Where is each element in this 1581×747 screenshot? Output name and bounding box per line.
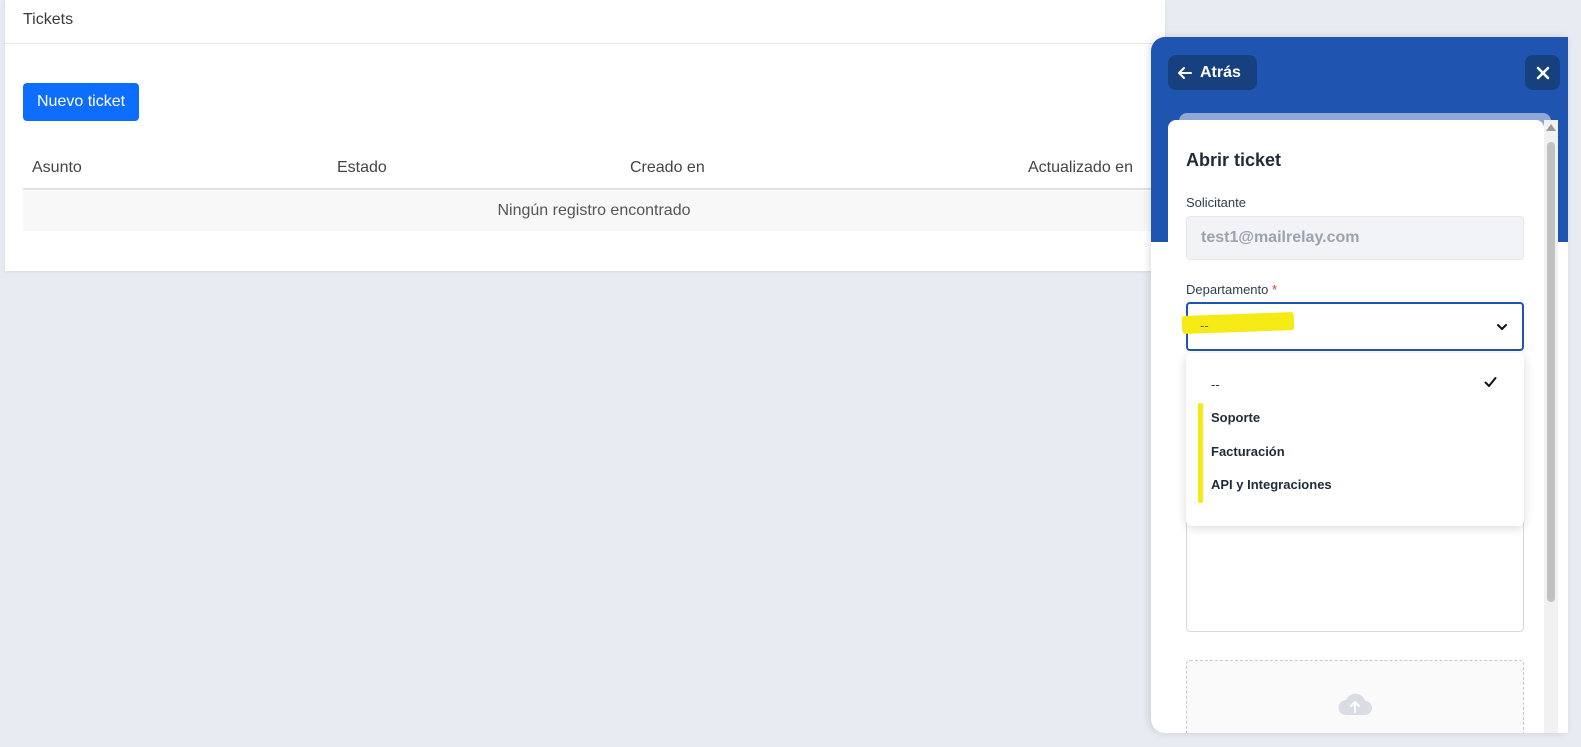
close-icon — [1536, 66, 1549, 79]
new-ticket-button[interactable]: Nuevo ticket — [23, 83, 140, 121]
column-header-status[interactable]: Estado — [337, 159, 387, 177]
open-ticket-form: Abrir ticket Solicitante test1@mailrelay… — [1168, 120, 1544, 733]
department-label: Departamento * — [1186, 282, 1277, 297]
department-dropdown: -- Soporte Facturación API y Integracion… — [1186, 353, 1524, 526]
department-label-text: Departamento — [1186, 282, 1269, 297]
check-icon — [1484, 377, 1497, 387]
dropdown-option[interactable]: Soporte — [1211, 410, 1260, 425]
department-select[interactable]: -- — [1181, 302, 1524, 351]
back-button[interactable]: Atrás — [1168, 55, 1257, 90]
dropdown-option[interactable]: -- — [1211, 377, 1220, 392]
form-title: Abrir ticket — [1186, 150, 1282, 170]
arrow-left-icon — [1178, 66, 1192, 79]
cloud-upload-icon — [1338, 693, 1372, 715]
dropdown-option[interactable]: API y Integraciones — [1211, 477, 1332, 492]
scrollbar-thumb[interactable] — [1547, 142, 1555, 602]
column-header-subject[interactable]: Asunto — [32, 159, 82, 177]
attachment-dropzone[interactable] — [1186, 660, 1524, 733]
department-select-value: -- — [1200, 318, 1209, 333]
column-header-updated[interactable]: Actualizado en — [1028, 159, 1133, 177]
tickets-card: Tickets Nuevo ticket Asunto Estado Cread… — [5, 0, 1165, 271]
highlight-mark — [1198, 403, 1203, 503]
page-title: Tickets — [5, 0, 1165, 44]
column-header-created[interactable]: Creado en — [630, 159, 705, 177]
requester-field: test1@mailrelay.com — [1186, 216, 1524, 260]
scroll-up-arrow-icon[interactable] — [1546, 124, 1556, 131]
table-header: Asunto Estado Creado en Actualizado en — [23, 148, 1165, 190]
dropdown-option[interactable]: Facturación — [1211, 444, 1285, 459]
close-button[interactable] — [1525, 55, 1560, 90]
empty-table-message: Ningún registro encontrado — [23, 191, 1165, 231]
required-marker: * — [1272, 282, 1278, 297]
back-button-label: Atrás — [1200, 63, 1241, 81]
chevron-down-icon — [1497, 324, 1507, 330]
description-textarea[interactable] — [1186, 512, 1524, 632]
panel-scrollbar[interactable] — [1544, 120, 1558, 733]
highlight-mark — [1181, 312, 1295, 334]
ticket-side-panel: Atrás Abrir ticket Solicitante test1@mai… — [1151, 37, 1568, 733]
requester-label: Solicitante — [1186, 195, 1246, 210]
